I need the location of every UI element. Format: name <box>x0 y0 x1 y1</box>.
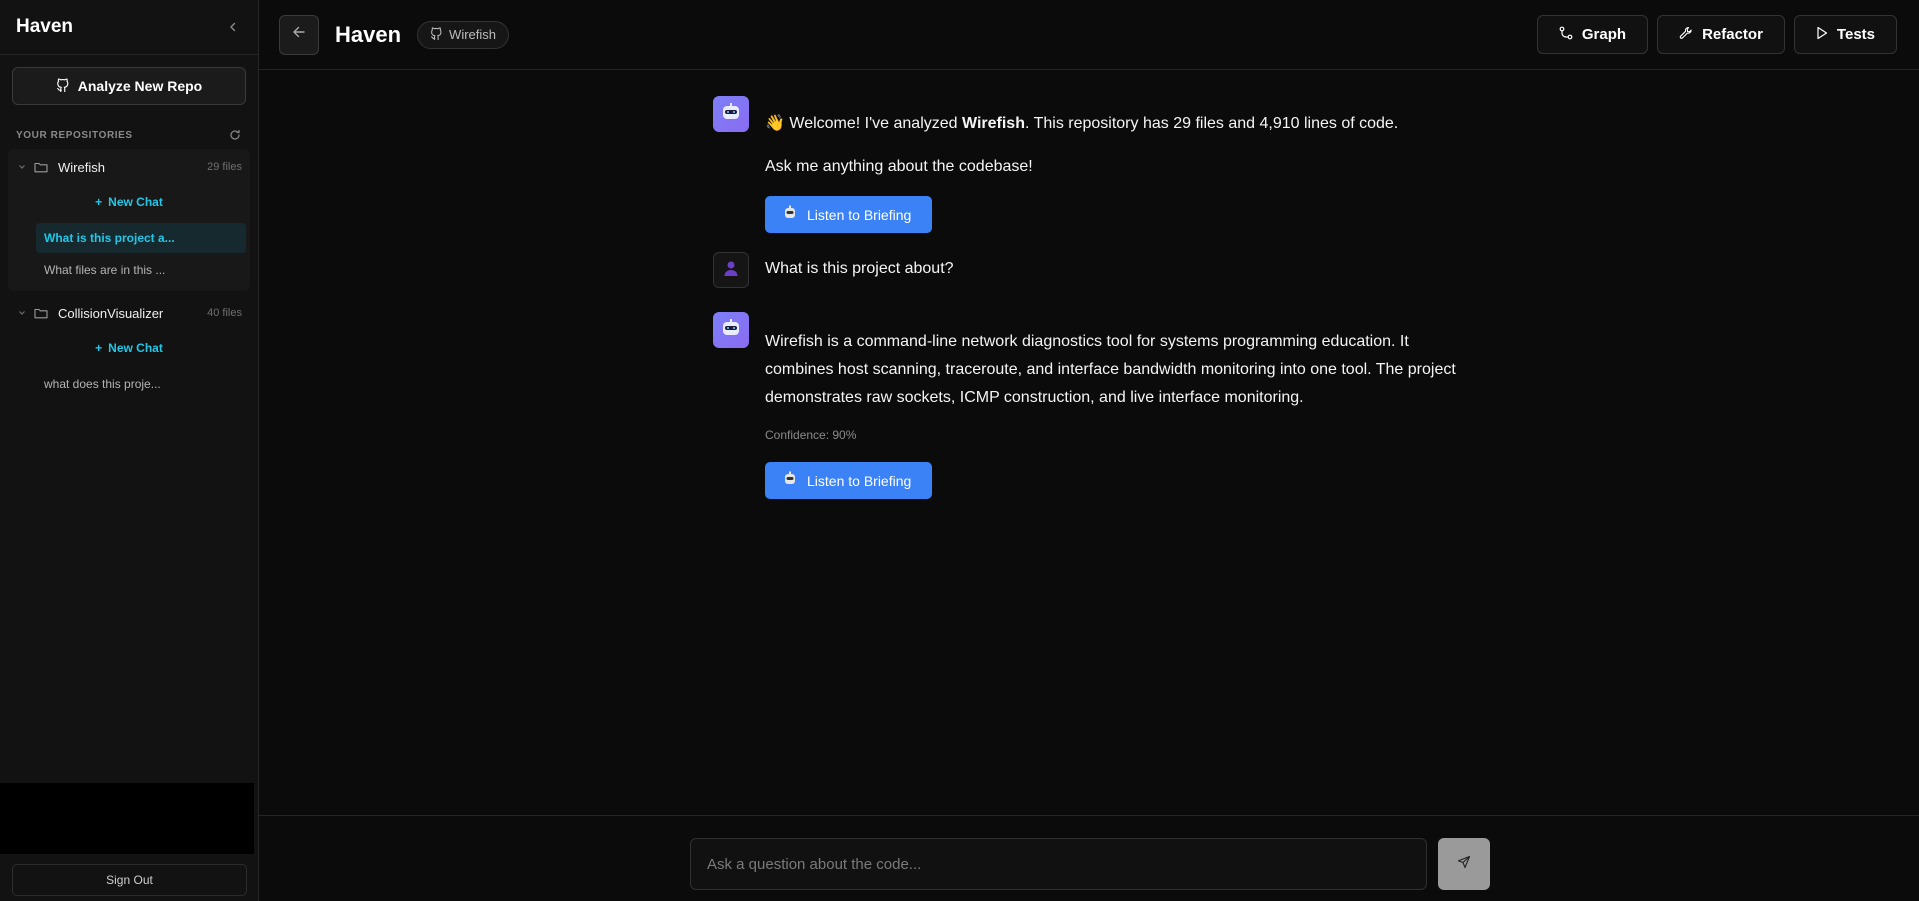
back-button[interactable] <box>279 14 319 55</box>
bot-avatar <box>713 312 749 348</box>
sidebar-footer-panel <box>0 783 254 854</box>
welcome-prefix: Welcome! I've analyzed <box>789 115 962 132</box>
repo-file-count: 29 files <box>207 161 242 173</box>
repo-row-wirefish[interactable]: Wirefish 29 files <box>8 155 250 179</box>
refactor-button[interactable]: Refactor <box>1657 15 1785 54</box>
sign-out-button[interactable]: Sign Out <box>12 864 247 896</box>
chevron-down-icon <box>18 309 30 317</box>
plus-icon: + <box>95 341 103 355</box>
collapse-sidebar-icon[interactable] <box>224 18 242 36</box>
chat-item[interactable]: What files are in this ... <box>36 255 246 285</box>
user-icon <box>722 259 740 282</box>
send-icon <box>1457 855 1471 874</box>
repositories-section-header: YOUR REPOSITORIES <box>0 125 258 145</box>
welcome-repo-name: Wirefish <box>962 115 1025 132</box>
repo-badge-label: Wirefish <box>449 27 496 42</box>
repo-name: CollisionVisualizer <box>58 305 164 321</box>
sidebar-header: Haven <box>0 0 258 55</box>
chat-item[interactable]: what does this proje... <box>36 369 246 399</box>
send-button[interactable] <box>1438 838 1490 890</box>
listen-to-briefing-button[interactable]: Listen to Briefing <box>765 462 932 499</box>
top-bar: Haven Wirefish Graph Refactor Tests <box>259 0 1919 70</box>
arrow-left-icon <box>291 24 307 45</box>
message-list: 👋 Welcome! I've analyzed Wirefish. This … <box>713 96 1456 499</box>
robot-icon <box>720 101 742 128</box>
repo-group-collisionvisualizer: CollisionVisualizer 40 files + New Chat … <box>8 295 250 405</box>
chat-item-selected[interactable]: What is this project a... <box>36 223 246 253</box>
graph-label: Graph <box>1581 26 1627 43</box>
folder-icon <box>34 161 52 173</box>
top-actions: Graph Refactor Tests <box>1536 15 1897 54</box>
welcome-suffix: . This repository has 29 files and 4,910… <box>1024 115 1399 132</box>
repo-badge: Wirefish <box>417 20 509 49</box>
listen-label: Listen to Briefing <box>807 472 912 489</box>
robot-icon <box>720 317 742 344</box>
section-title: YOUR REPOSITORIES <box>16 129 133 141</box>
robot-icon <box>783 471 797 490</box>
wave-emoji-icon: 👋 <box>765 115 790 132</box>
bot-avatar <box>713 96 749 132</box>
brand-title: Haven <box>16 16 74 37</box>
folder-icon <box>34 307 52 319</box>
tests-label: Tests <box>1836 26 1875 43</box>
listen-to-briefing-button[interactable]: Listen to Briefing <box>765 196 932 233</box>
message-body: 👋 Welcome! I've analyzed Wirefish. This … <box>765 96 1398 233</box>
new-chat-button[interactable]: + New Chat <box>8 335 250 361</box>
refactor-label: Refactor <box>1702 26 1763 43</box>
confidence-label: Confidence: 90% <box>765 428 857 442</box>
new-chat-button[interactable]: + New Chat <box>8 189 250 215</box>
question-input[interactable] <box>690 838 1427 890</box>
chevron-down-icon <box>18 163 30 171</box>
github-icon <box>56 77 70 95</box>
refresh-icon[interactable] <box>228 128 242 142</box>
new-chat-label: New Chat <box>108 195 163 209</box>
sidebar: Haven Analyze New Repo YOUR REPOSITORIES <box>0 0 259 901</box>
wrench-icon <box>1679 26 1693 44</box>
welcome-text: 👋 Welcome! I've analyzed Wirefish. This … <box>765 114 1398 134</box>
graph-button[interactable]: Graph <box>1536 15 1649 54</box>
repo-file-count: 40 files <box>207 307 242 319</box>
graph-icon <box>1559 26 1573 44</box>
github-icon <box>430 26 443 43</box>
message-body: What is this project about? <box>765 252 954 288</box>
analyze-new-repo-button[interactable]: Analyze New Repo <box>12 67 246 105</box>
user-avatar <box>713 252 749 288</box>
play-icon <box>1816 26 1828 44</box>
assistant-message: 👋 Welcome! I've analyzed Wirefish. This … <box>713 96 1453 233</box>
ask-text: Ask me anything about the codebase! <box>765 158 1033 175</box>
composer-bar <box>259 815 1919 901</box>
listen-label: Listen to Briefing <box>807 206 912 223</box>
tests-button[interactable]: Tests <box>1793 15 1897 54</box>
main-panel: Haven Wirefish Graph Refactor Tests 👋 We… <box>259 0 1919 901</box>
analyze-new-repo-label: Analyze New Repo <box>77 78 203 94</box>
answer-text: Wirefish is a command-line network diagn… <box>765 333 1456 406</box>
plus-icon: + <box>95 195 103 209</box>
repo-row-collisionvisualizer[interactable]: CollisionVisualizer 40 files <box>8 301 250 325</box>
user-question: What is this project about? <box>765 260 954 277</box>
repo-name: Wirefish <box>58 159 105 175</box>
page-title: Haven <box>335 21 402 47</box>
user-message: What is this project about? <box>713 252 1453 288</box>
repo-group-wirefish: Wirefish 29 files + New Chat What is thi… <box>8 149 250 291</box>
message-body: Wirefish is a command-line network diagn… <box>765 312 1465 499</box>
app-root: Haven Analyze New Repo YOUR REPOSITORIES <box>0 0 1919 901</box>
assistant-message: Wirefish is a command-line network diagn… <box>713 312 1456 499</box>
new-chat-label: New Chat <box>108 341 163 355</box>
robot-icon <box>783 205 797 224</box>
